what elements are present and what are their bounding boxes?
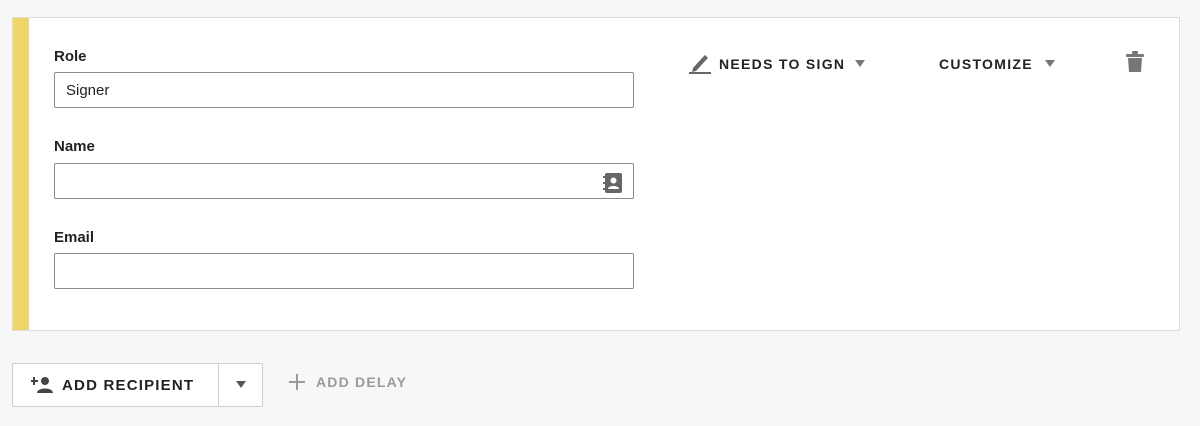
email-label: Email xyxy=(54,229,95,246)
add-recipient-label: ADD RECIPIENT xyxy=(62,376,195,394)
chevron-down-icon xyxy=(855,59,866,67)
name-input[interactable] xyxy=(54,163,634,199)
chevron-down-icon xyxy=(1044,59,1055,67)
contacts-book-icon[interactable] xyxy=(603,172,623,194)
chevron-down-icon xyxy=(235,380,246,388)
add-recipient-options-button[interactable] xyxy=(219,364,262,406)
recipient-action-label: NEEDS TO SIGN xyxy=(719,56,846,72)
customize-label: CUSTOMIZE xyxy=(939,56,1033,72)
pen-icon xyxy=(689,55,711,74)
role-input[interactable] xyxy=(54,72,634,108)
add-delay-label: ADD DELAY xyxy=(316,374,408,390)
add-person-icon xyxy=(31,377,53,393)
customize-dropdown[interactable]: CUSTOMIZE xyxy=(939,54,1055,74)
add-delay-button[interactable]: ADD DELAY xyxy=(288,372,407,392)
name-label: Name xyxy=(54,138,95,155)
add-recipient-button[interactable]: ADD RECIPIENT xyxy=(13,364,219,406)
recipient-card: Role Name Email NEEDS TO SIGN xyxy=(12,17,1180,331)
email-input[interactable] xyxy=(54,253,634,289)
recipient-color-strip xyxy=(13,18,29,330)
trash-icon[interactable] xyxy=(1125,51,1145,73)
plus-icon xyxy=(289,374,305,390)
page: Role Name Email NEEDS TO SIGN xyxy=(0,0,1200,426)
role-label: Role xyxy=(54,48,87,65)
recipient-action-dropdown[interactable]: NEEDS TO SIGN xyxy=(689,54,866,74)
add-recipient-group: ADD RECIPIENT xyxy=(12,363,263,407)
